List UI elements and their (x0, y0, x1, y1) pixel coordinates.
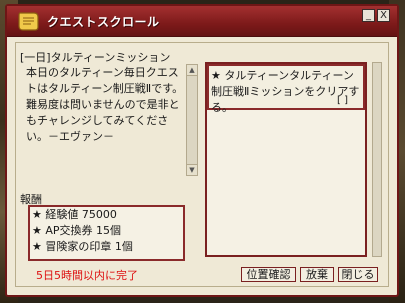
abandon-button[interactable]: 放棄 (300, 267, 334, 282)
goal-progress: [ ] (337, 95, 348, 106)
goal-scrollbar[interactable] (372, 62, 382, 257)
scroll-down-icon[interactable]: ▼ (187, 164, 197, 175)
minimize-button[interactable]: _ (362, 9, 375, 22)
scroll-up-icon[interactable]: ▲ (187, 65, 197, 76)
locate-button[interactable]: 位置確認 (241, 267, 296, 282)
goal-text: ★ タルティーンタルティーン制圧戦Ⅱミッションをクリアする。 (211, 69, 360, 114)
reward-item-ap: ★ AP交換券 15個 (32, 224, 122, 237)
close-button[interactable]: 閉じる (338, 267, 378, 282)
reward-list: ★ 経験値 75000 ★ AP交換券 15個 ★ 冒険家の印章 1個 (32, 207, 133, 255)
mission-description: 本日のタルティーン毎日クエストはタルティーン制圧戦Ⅱです。難易度は問いませんので… (26, 66, 184, 143)
scroll-icon (18, 12, 39, 31)
reward-item-exp: ★ 経験値 75000 (32, 208, 117, 221)
title-bar[interactable]: クエストスクロール (7, 6, 397, 37)
mission-title: [一日]タルティーンミッション (20, 51, 171, 64)
deadline-text: 5日5時間以内に完了 (36, 269, 138, 282)
reward-item-seal: ★ 冒険家の印章 1個 (32, 240, 133, 253)
close-window-button[interactable]: X (377, 9, 390, 22)
description-scrollbar[interactable]: ▲ ▼ (186, 64, 198, 176)
window-title: クエストスクロール (47, 15, 160, 29)
